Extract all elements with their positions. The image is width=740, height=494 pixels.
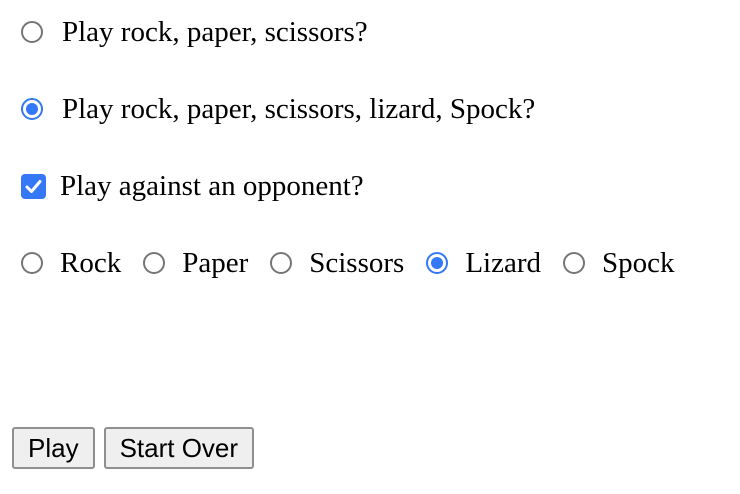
choice-rock-label: Rock — [60, 247, 122, 279]
choice-lizard-label: Lizard — [465, 247, 541, 279]
choice-lizard-radio[interactable] — [426, 252, 449, 274]
mode-rpsls-radio[interactable] — [21, 98, 43, 120]
choice-scissors-radio[interactable] — [270, 252, 293, 274]
choice-scissors-label: Scissors — [309, 247, 405, 279]
mode-option-rps[interactable]: Play rock, paper, scissors? — [21, 14, 368, 50]
mode-rpsls-label: Play rock, paper, scissors, lizard, Spoc… — [62, 93, 536, 125]
button-bar: Play Start Over — [12, 427, 255, 469]
opponent-label: Play against an opponent? — [60, 170, 364, 202]
choice-spock-label: Spock — [602, 247, 675, 279]
opponent-checkbox[interactable] — [21, 173, 46, 199]
choice-spock-radio[interactable] — [563, 252, 585, 274]
choice-paper-radio[interactable] — [143, 252, 166, 274]
mode-option-rpsls[interactable]: Play rock, paper, scissors, lizard, Spoc… — [21, 91, 535, 127]
choice-rock-radio[interactable] — [21, 252, 43, 274]
mode-rps-radio[interactable] — [21, 21, 43, 43]
choice-paper-label: Paper — [182, 247, 249, 279]
checkmark-icon — [25, 179, 42, 193]
mode-rps-label: Play rock, paper, scissors? — [62, 16, 368, 48]
play-button[interactable]: Play — [12, 427, 95, 469]
choice-group: Rock Paper Scissors Lizard Spock — [21, 245, 675, 281]
start-over-button[interactable]: Start Over — [103, 427, 255, 469]
opponent-option[interactable]: Play against an opponent? — [21, 168, 364, 204]
